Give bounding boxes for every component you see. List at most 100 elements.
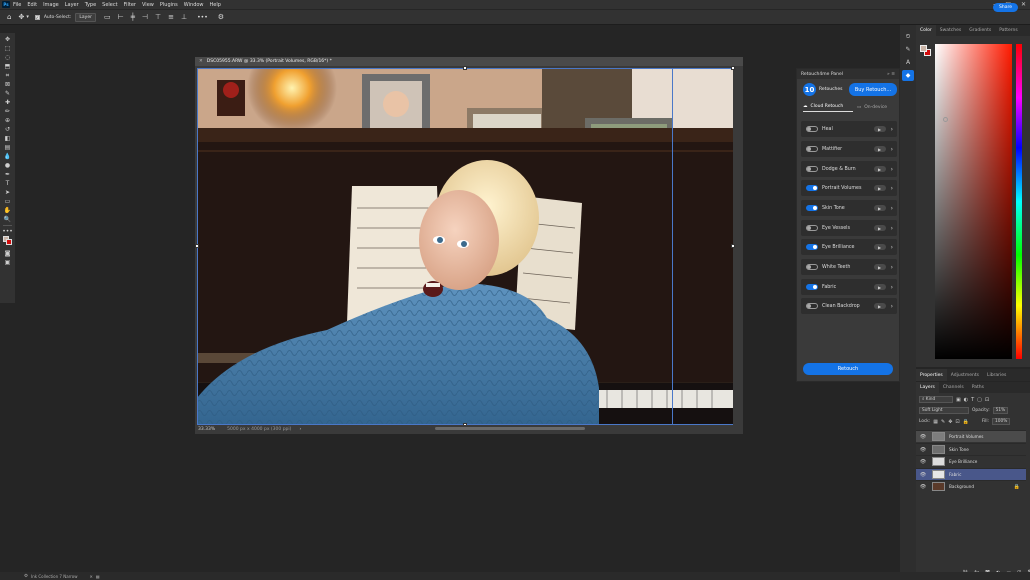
healing-brush-tool-icon[interactable]: ✚ xyxy=(2,98,13,107)
transform-handle-left[interactable] xyxy=(195,244,199,248)
chevron-right-icon[interactable]: › xyxy=(891,146,893,153)
layer-portrait-volumes[interactable]: 👁 Portrait Volumes xyxy=(916,430,1026,442)
move-tool-icon[interactable]: ✥ xyxy=(2,35,13,44)
tab-swatches[interactable]: Swatches xyxy=(936,25,966,36)
eye-brilliance-toggle[interactable] xyxy=(806,244,818,250)
tab-libraries[interactable]: Libraries xyxy=(983,369,1010,381)
layer-eye-brilliance[interactable]: 👁 Eye Brilliance xyxy=(916,455,1026,467)
frame-tool-icon[interactable]: ⊠ xyxy=(2,80,13,89)
gear-icon[interactable]: ⚙ xyxy=(218,13,224,21)
move-tool-icon[interactable]: ✥ xyxy=(18,13,24,21)
rectangle-tool-icon[interactable]: ▭ xyxy=(2,197,13,206)
play-icon[interactable]: ▶ xyxy=(873,244,886,250)
tab-color[interactable]: Color xyxy=(916,25,936,36)
portrait-volumes-toggle[interactable] xyxy=(806,185,818,191)
chevron-right-icon[interactable]: › xyxy=(891,303,893,310)
menu-layer[interactable]: Layer xyxy=(65,2,79,8)
edit-toolbar-icon[interactable]: ••• xyxy=(2,227,13,236)
transform-handle-top[interactable] xyxy=(463,66,467,70)
tab-properties[interactable]: Properties xyxy=(916,369,947,381)
chevron-right-icon[interactable]: › xyxy=(891,225,893,232)
retouch4me-panel-header[interactable]: Retouch4me Panel » ≡ xyxy=(797,69,899,79)
lock-icon[interactable]: 🔒 xyxy=(963,419,969,425)
close-icon[interactable]: ✕ xyxy=(90,574,93,579)
dodge-burn-toggle[interactable] xyxy=(806,166,818,172)
chevron-down-icon[interactable]: ▾ xyxy=(26,14,29,20)
retouch-item-clean-backdrop[interactable]: Clean Backdrop ▶ › xyxy=(801,298,897,314)
skin-tone-toggle[interactable] xyxy=(806,205,818,211)
retouch-item-eye-vessels[interactable]: Eye Vessels ▶ › xyxy=(801,220,897,236)
gear-icon[interactable]: ⚙ xyxy=(24,574,28,579)
eye-vessels-toggle[interactable] xyxy=(806,225,818,231)
document-tab[interactable]: ✕ DSC05955.ARW @ 33.3% (Portrait Volumes… xyxy=(195,57,743,66)
menu-plugins[interactable]: Plugins xyxy=(160,2,178,8)
fabric-toggle[interactable] xyxy=(806,284,818,290)
layer-filter-dropdown[interactable]: ⌕ Kind xyxy=(919,396,953,403)
tab-adjustments[interactable]: Adjustments xyxy=(947,369,983,381)
menu-help[interactable]: Help xyxy=(210,2,221,8)
align-top-icon[interactable]: ⊤ xyxy=(155,13,161,21)
history-icon[interactable]: ⏲ xyxy=(902,31,914,42)
transform-handle-right[interactable] xyxy=(731,244,735,248)
chevron-right-icon[interactable]: › xyxy=(891,284,893,291)
lock-artboard-icon[interactable]: ⊡ xyxy=(955,419,959,425)
align-left-icon[interactable]: ⊢ xyxy=(118,13,124,21)
horizontal-scrollbar[interactable] xyxy=(435,427,585,430)
play-icon[interactable]: ▶ xyxy=(873,166,886,172)
dodge-tool-icon[interactable]: ● xyxy=(2,161,13,170)
lock-brush-icon[interactable]: ✎ xyxy=(941,419,945,425)
align-bottom-icon[interactable]: ⊥ xyxy=(181,13,187,21)
color-saturation-field[interactable] xyxy=(935,44,1012,359)
history-brush-tool-icon[interactable]: ↺ xyxy=(2,125,13,134)
clone-stamp-tool-icon[interactable]: ⊕ xyxy=(2,116,13,125)
object-select-tool-icon[interactable]: ⬒ xyxy=(2,62,13,71)
play-icon[interactable]: ▶ xyxy=(873,303,886,309)
close-icon[interactable]: ✕ xyxy=(1021,0,1026,9)
retouch-item-dodge-burn[interactable]: Dodge & Burn ▶ › xyxy=(801,161,897,177)
share-button[interactable]: Share xyxy=(993,3,1018,12)
chevron-right-icon[interactable]: › xyxy=(891,264,893,271)
heal-toggle[interactable] xyxy=(806,126,818,132)
play-icon[interactable]: ▶ xyxy=(873,146,886,152)
retouch-item-eye-brilliance[interactable]: Eye Brilliance ▶ › xyxy=(801,239,897,255)
foreground-background-color-icon[interactable] xyxy=(2,236,13,245)
screen-mode-icon[interactable]: ▣ xyxy=(2,258,13,267)
menu-filter[interactable]: Filter xyxy=(124,2,136,8)
retouch-item-mattifier[interactable]: Mattifier ▶ › xyxy=(801,141,897,157)
eraser-tool-icon[interactable]: ◧ xyxy=(2,134,13,143)
eye-icon[interactable]: 👁 xyxy=(919,472,927,478)
foreground-color-swatch[interactable] xyxy=(920,45,927,52)
opacity-input[interactable]: 51% xyxy=(992,407,1009,414)
blur-tool-icon[interactable]: 💧 xyxy=(2,152,13,161)
chevron-right-icon[interactable]: › xyxy=(891,126,893,133)
lock-position-icon[interactable]: ✥ xyxy=(948,419,952,425)
panel-menu-icon[interactable]: » ≡ xyxy=(887,72,895,77)
mattifier-toggle[interactable] xyxy=(806,146,818,152)
play-icon[interactable]: ▶ xyxy=(873,264,886,270)
hue-slider[interactable] xyxy=(1016,44,1022,359)
eye-icon[interactable]: 👁 xyxy=(919,434,927,440)
zoom-tool-icon[interactable]: 🔍 xyxy=(2,215,13,224)
buy-retouch-button[interactable]: Buy Retouch... xyxy=(849,83,897,96)
document-size-info[interactable]: 5000 px x 4000 px (300 ppi) xyxy=(227,427,291,432)
play-icon[interactable]: ▶ xyxy=(873,205,886,211)
layer-fabric[interactable]: 👁 Fabric xyxy=(916,468,1026,480)
pen-tool-icon[interactable]: ✒ xyxy=(2,170,13,179)
white-teeth-toggle[interactable] xyxy=(806,264,818,270)
eyedropper-tool-icon[interactable]: ✎ xyxy=(2,89,13,98)
tab-layers[interactable]: Layers xyxy=(916,382,939,393)
retouch-item-fabric[interactable]: Fabric ▶ › xyxy=(801,279,897,295)
eye-icon[interactable]: 👁 xyxy=(919,484,927,490)
clean-backdrop-toggle[interactable] xyxy=(806,303,818,309)
lasso-tool-icon[interactable]: ◌ xyxy=(2,53,13,62)
filter-shape-icon[interactable]: ▢ xyxy=(977,397,982,403)
tab-channels[interactable]: Channels xyxy=(939,382,968,393)
home-icon[interactable]: ⌂ xyxy=(7,13,11,21)
align-middle-icon[interactable]: ≡ xyxy=(168,13,174,21)
color-picker-cursor[interactable] xyxy=(943,117,948,122)
transform-handle-top-right[interactable] xyxy=(731,66,735,70)
chevron-right-icon[interactable]: › xyxy=(891,205,893,212)
tab-cloud-retouch[interactable]: ☁ Cloud Retouch xyxy=(803,102,853,112)
tab-on-device[interactable]: ▭ On-device xyxy=(857,102,897,112)
quick-mask-icon[interactable]: ◙ xyxy=(2,249,13,258)
